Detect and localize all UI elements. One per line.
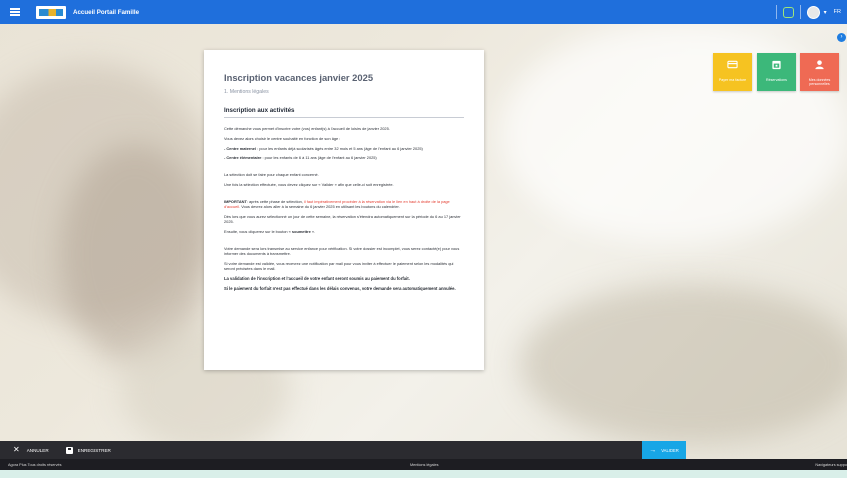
paragraph: La sélection doit se faire pour chaque e… xyxy=(224,172,319,178)
chevron-right-icon[interactable]: › xyxy=(837,33,846,42)
top-bar: Accueil Portail Famille ▾ FR xyxy=(0,0,847,24)
bottom-strip xyxy=(0,470,847,478)
browsers-link[interactable]: Navigateurs suppo xyxy=(815,463,847,467)
section-title: Inscription aux activités xyxy=(224,107,295,114)
paragraph: - Centre maternel : pour les enfants déj… xyxy=(224,145,423,151)
tile-payer-facture[interactable]: Payer ma facture xyxy=(713,53,752,91)
app-title[interactable]: Accueil Portail Famille xyxy=(73,9,139,16)
language-selector[interactable]: FR xyxy=(834,9,841,15)
divider xyxy=(799,5,801,19)
paragraph-bold: Si le paiement du forfait n'est pas effe… xyxy=(224,285,456,291)
page-title: Inscription vacances janvier 2025 xyxy=(224,72,374,83)
paragraph-important: IMPORTANT: après cette phase de sélectio… xyxy=(224,198,450,209)
user-icon xyxy=(815,60,824,70)
tile-reservations[interactable]: Réservations xyxy=(757,53,796,91)
paragraph: Si votre demande est validée, vous recev… xyxy=(224,260,454,271)
logo[interactable] xyxy=(36,5,66,19)
paragraph: Dès lors que vous aurez sélectionné un j… xyxy=(224,213,461,224)
calendar-icon xyxy=(772,60,781,70)
arrow-right-icon: → xyxy=(649,446,657,454)
validate-button[interactable]: → VALIDER xyxy=(642,441,686,459)
divider xyxy=(775,5,777,19)
document-body: Cette démarche vous permet d'inscrire vo… xyxy=(224,126,464,291)
avatar[interactable] xyxy=(806,5,820,19)
paragraph: Votre demande sera lors transmise au ser… xyxy=(224,245,460,256)
chevron-down-icon[interactable]: ▾ xyxy=(824,9,827,16)
paragraph: Cette démarche vous permet d'inscrire vo… xyxy=(224,126,390,131)
menu-icon[interactable] xyxy=(10,8,20,16)
save-icon xyxy=(65,446,73,454)
paragraph: Vous devez alors choisir le centre souha… xyxy=(224,135,341,141)
close-icon: ✕ xyxy=(13,445,20,454)
paragraph-bold: La validation de l'inscription et l'accu… xyxy=(224,275,410,281)
card-icon xyxy=(727,60,738,69)
chat-icon[interactable] xyxy=(782,6,794,18)
document-card: Inscription vacances janvier 2025 1. Men… xyxy=(204,50,484,370)
cancel-button[interactable]: ✕ ANNULER xyxy=(13,446,49,454)
step-label: 1. Mentions légales xyxy=(224,89,269,95)
footer: Agora Plus Tous droits réservés Mentions… xyxy=(0,459,847,470)
action-bar: ✕ ANNULER ENREGISTRER → VALIDER xyxy=(0,441,686,459)
save-button[interactable]: ENREGISTRER xyxy=(65,446,111,454)
divider xyxy=(224,117,464,118)
copyright: Agora Plus Tous droits réservés xyxy=(8,462,62,467)
tile-donnees-personnelles[interactable]: Mes données personnelles xyxy=(800,53,839,91)
legal-link[interactable]: Mentions légales xyxy=(410,463,439,467)
